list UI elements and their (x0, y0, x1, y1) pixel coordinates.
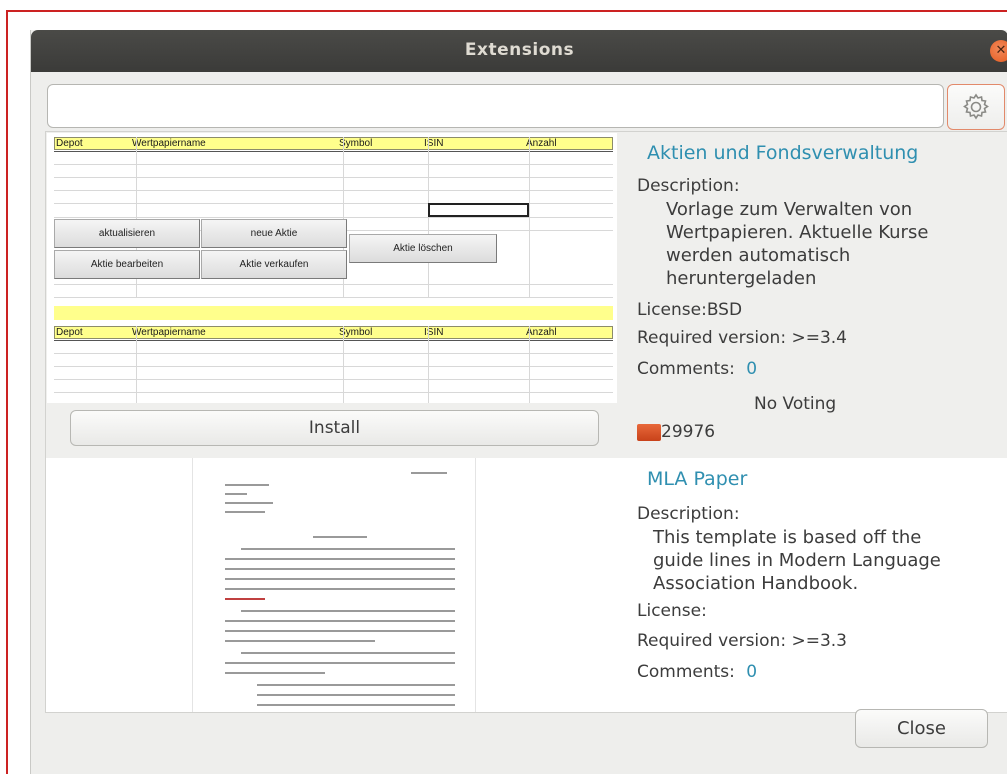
comments-count-link[interactable]: 0 (746, 359, 757, 379)
extension-list[interactable]: Depot Wertpapiername Symbol ISIN Anzahl (45, 131, 1007, 713)
extension-name[interactable]: MLA Paper (647, 468, 747, 490)
comments-label: Comments: (637, 359, 735, 379)
comments-label: Comments: (637, 662, 735, 682)
voting-text: No Voting (754, 394, 837, 414)
extension-description: Vorlage zum Verwalten von Wertpapieren. … (666, 199, 929, 289)
comments-row: Comments: 0 (637, 662, 757, 682)
download-count: 29976 (661, 422, 716, 442)
window-title: Extensions (464, 40, 575, 60)
document-preview (192, 458, 476, 712)
sheet-column-label: ISIN (424, 327, 444, 338)
sheet-button: Aktie bearbeiten (54, 250, 200, 279)
sheet-column-label: Depot (56, 327, 83, 338)
extension-item[interactable]: Depot Wertpapiername Symbol ISIN Anzahl (46, 132, 1007, 458)
sheet-column-label: ISIN (424, 138, 444, 149)
sheet-column-label: Symbol (339, 138, 373, 149)
description-label: Description: (637, 176, 740, 196)
sheet-column-label: Wertpapiername (132, 138, 206, 149)
folder-icon (637, 424, 661, 441)
extensions-dialog: Extensions ✕ Depot Wertpapiername Symbol… (30, 30, 1007, 774)
required-version-text: Required version: >=3.4 (637, 328, 847, 348)
extension-description: This template is based off the guide lin… (653, 527, 941, 594)
comments-count-link[interactable]: 0 (746, 662, 757, 682)
sheet-column-label: Wertpapiername (132, 327, 206, 338)
search-input[interactable] (47, 84, 944, 128)
license-text: License: (637, 601, 707, 621)
sheet-column-label: Anzahl (526, 327, 557, 338)
gear-icon (963, 93, 989, 120)
sheet-separator-band (54, 306, 613, 320)
sheet-column-label: Anzahl (526, 138, 557, 149)
sheet-button: Aktie verkaufen (201, 250, 347, 279)
settings-button[interactable] (947, 84, 1005, 130)
sheet-button: aktualisieren (54, 219, 200, 248)
sheet-column-label: Depot (56, 138, 83, 149)
sheet-button: Aktie löschen (349, 234, 497, 263)
title-bar[interactable]: Extensions ✕ (31, 30, 1007, 72)
extension-thumbnail: Depot Wertpapiername Symbol ISIN Anzahl (47, 133, 617, 403)
description-label: Description: (637, 504, 740, 524)
license-text: License:BSD (637, 300, 743, 320)
comments-row: Comments: 0 (637, 359, 757, 379)
window-close-icon[interactable]: ✕ (990, 40, 1007, 62)
sheet-column-label: Symbol (339, 327, 373, 338)
selected-cell (428, 203, 529, 217)
required-version-text: Required version: >=3.3 (637, 631, 847, 651)
extension-thumbnail (47, 458, 617, 712)
close-button[interactable]: Close (855, 709, 988, 748)
sheet-button: neue Aktie (201, 219, 347, 248)
extension-name[interactable]: Aktien und Fondsverwaltung (647, 142, 918, 164)
install-button[interactable]: Install (70, 410, 599, 446)
